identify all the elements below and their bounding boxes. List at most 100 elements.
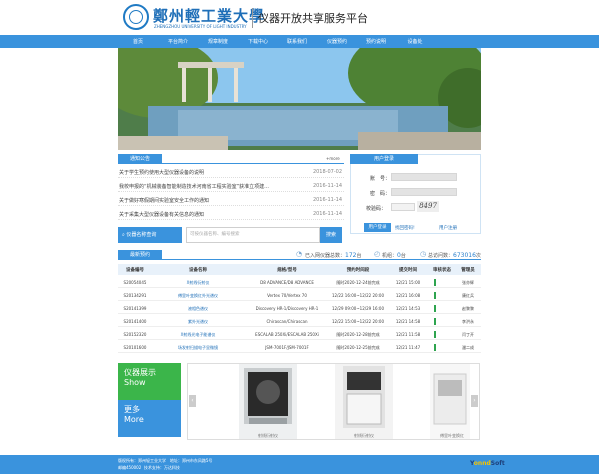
search-button[interactable]: 搜索 (320, 227, 342, 243)
cell-name[interactable]: X射线衍射仪 (187, 280, 210, 286)
notice-title[interactable]: 关于采集大型仪器设备有关信息的通知 (119, 211, 204, 218)
university-seal-logo (123, 4, 149, 30)
instrument-count-stat: 已入网仪器总数：172台 (305, 252, 362, 259)
cell-time-slot: 随时2020-12-24前完成 (336, 280, 380, 285)
cell-admin: 李洪永 (462, 319, 474, 324)
table-row[interactable]: S20152320 X射线光电子能谱仪 ESCALAB 250Xi/ESCALA… (118, 329, 481, 340)
notice-item[interactable]: 关于学生预约使用大型仪器设备的说明 2018-07-02 (118, 166, 344, 178)
unit-count-stat: 机组：0台 (382, 252, 406, 259)
gallery-image[interactable] (335, 364, 393, 439)
account-input[interactable] (391, 173, 457, 181)
cell-submit-time: 12/21 11:47 (395, 345, 421, 350)
cell-time-slot: 12/22 16:00~12/22 20:00 (331, 293, 385, 298)
nav-item-intro[interactable]: 平台简介 (168, 38, 188, 45)
instrument-show-tile[interactable]: 仪器展示 Show (118, 363, 181, 400)
site-title: 仪器开放共享服务平台 (258, 12, 368, 25)
gallery-next-arrow[interactable]: › (471, 395, 478, 407)
unit-count-icon: ◴ (374, 250, 381, 258)
notice-date: 2016-11-14 (312, 183, 342, 189)
more-tile[interactable]: 更多 More (118, 400, 181, 437)
gallery-caption: 傅里叶变换红 (440, 433, 464, 438)
vendor-brand-logo: YonndSoft (470, 460, 505, 467)
login-button[interactable]: 用户登录 (364, 223, 391, 232)
col-review-status: 审核状态 (433, 268, 451, 273)
cell-id: S20134291 (123, 293, 147, 298)
gallery-image[interactable] (239, 364, 297, 439)
footer-copyright: 版权所有：郑州轻工业大学 地址：郑州市东风路5号 (118, 458, 213, 463)
nav-item-reservation[interactable]: 仪器预约 (327, 38, 347, 45)
nav-item-downloads[interactable]: 下载中心 (248, 38, 268, 45)
cell-id: S20141400 (123, 319, 147, 324)
col-equipment-id: 设备编号 (126, 268, 144, 273)
col-admin: 管理员 (461, 268, 475, 273)
university-name-cn: 鄭州輕工業大學 (153, 7, 266, 25)
cell-admin: 闫丁开 (462, 332, 474, 337)
nav-item-reservation-guide[interactable]: 预约说明 (366, 38, 386, 45)
cell-name[interactable]: X射线光电子能谱仪 (181, 332, 216, 338)
gallery-image[interactable] (430, 364, 470, 439)
cell-submit-time: 12/21 11:58 (395, 332, 421, 337)
cell-submit-time: 12/21 14:53 (395, 306, 421, 311)
show-tile-title: 仪器展示 (124, 368, 156, 377)
captcha-label: 校验码： (366, 206, 387, 212)
footer-postcode: 邮编450002 技术支持：万达科技 (118, 465, 180, 470)
notice-item[interactable]: 我校申报的“机械装备智能制造技术河南省工程实验室”获准立项建... 2016-1… (118, 180, 344, 192)
captcha-input[interactable] (391, 203, 415, 211)
notice-title[interactable]: 我校申报的“机械装备智能制造技术河南省工程实验室”获准立项建... (119, 183, 269, 190)
table-row[interactable]: S20101600 场发射扫描电子显微镜 JSM-7001F/JSM-7001F… (118, 342, 481, 353)
cell-model: D8 ADVANCE/D8 ADVANCE (260, 280, 314, 285)
search-label-text: 仪器名称查询 (126, 232, 157, 238)
table-row[interactable]: S20134291 傅里叶变换红外光谱仪 Vertex 70/Vertex 70… (118, 290, 481, 301)
status-indicator (434, 318, 436, 325)
status-indicator (434, 305, 436, 312)
cell-name[interactable]: 场发射扫描电子显微镜 (178, 345, 218, 351)
forgot-password-link[interactable]: 找回密码! (395, 225, 415, 231)
instrument-count-icon: ◔ (296, 250, 303, 258)
main-nav: 首页 平台简介 规章制度 下载中心 联系我们 仪器预约 预约说明 设备处 (0, 35, 599, 48)
instrument-search-label: ⌕ 仪器名称查询 (118, 227, 182, 243)
notice-date: 2016-11-14 (312, 211, 342, 217)
table-header: 设备编号 设备名称 规格/型号 预约时间段 提交时间 审核状态 管理员 (118, 264, 481, 275)
cell-name[interactable]: 傅里叶变换红外光谱仪 (178, 293, 218, 299)
status-indicator (434, 292, 436, 299)
cell-admin: 潘二成 (462, 345, 474, 350)
notices-more-link[interactable]: +more (326, 156, 340, 161)
col-time-slot: 预约时间段 (346, 268, 370, 273)
notice-date: 2016-11-14 (312, 197, 342, 203)
account-label: 账 号： (370, 176, 391, 182)
table-row[interactable]: S20141399 液相色谱仪 Discovery HR-1/Discovery… (118, 303, 481, 314)
cell-model: ESCALAB 250Xi/ESCALAB 250Xi (255, 332, 319, 337)
password-input[interactable] (391, 188, 457, 196)
register-link[interactable]: 用户注册 (439, 225, 457, 231)
col-model: 规格/型号 (277, 268, 297, 273)
cell-model: Discovery HR-1/Discovery HR-1 (255, 306, 319, 311)
cell-time-slot: 12/29 09:00~12/29 16:00 (331, 306, 385, 311)
notice-item[interactable]: 关于采集大型仪器设备有关信息的通知 2016-11-14 (118, 208, 344, 220)
col-submit-time: 提交时间 (399, 268, 417, 273)
nav-item-home[interactable]: 首页 (133, 38, 143, 45)
cell-submit-time: 12/21 14:58 (395, 319, 421, 324)
password-label: 密 码： (370, 191, 391, 197)
nav-item-equipment-dept[interactable]: 设备处 (407, 38, 422, 45)
cell-model: Vertex 70/Vertex 70 (267, 293, 307, 298)
cell-admin: 赵黎黎 (462, 306, 474, 311)
captcha-image[interactable]: 8497 (417, 201, 439, 212)
cell-id: S20152320 (123, 332, 147, 337)
notice-item[interactable]: 关于做好寒假期间实验室安全工作的通知 2016-11-14 (118, 194, 344, 206)
tab-user-login[interactable]: 用户登录 (350, 154, 418, 164)
cell-name[interactable]: 紫外光谱仪 (188, 319, 208, 325)
table-row[interactable]: S20054045 X射线衍射仪 D8 ADVANCE/D8 ADVANCE 随… (118, 277, 481, 288)
search-input[interactable]: 可按仪器名称、编号搜索 (186, 227, 320, 243)
cell-id: S20054045 (123, 280, 147, 285)
cell-time-slot: 随时2020-12-28前完成 (336, 332, 380, 337)
notice-title[interactable]: 关于做好寒假期间实验室安全工作的通知 (119, 197, 209, 204)
nav-item-rules[interactable]: 规章制度 (208, 38, 228, 45)
status-indicator (434, 279, 436, 286)
gallery-prev-arrow[interactable]: ‹ (189, 395, 196, 407)
nav-item-contact[interactable]: 联系我们 (287, 38, 307, 45)
cell-submit-time: 12/21 15:00 (395, 280, 421, 285)
campus-banner-image (118, 48, 481, 150)
cell-name[interactable]: 液相色谱仪 (188, 306, 208, 312)
notice-title[interactable]: 关于学生预约使用大型仪器设备的说明 (119, 169, 204, 176)
table-row[interactable]: S20141400 紫外光谱仪 Chirascan/Chirascan 12/2… (118, 316, 481, 327)
